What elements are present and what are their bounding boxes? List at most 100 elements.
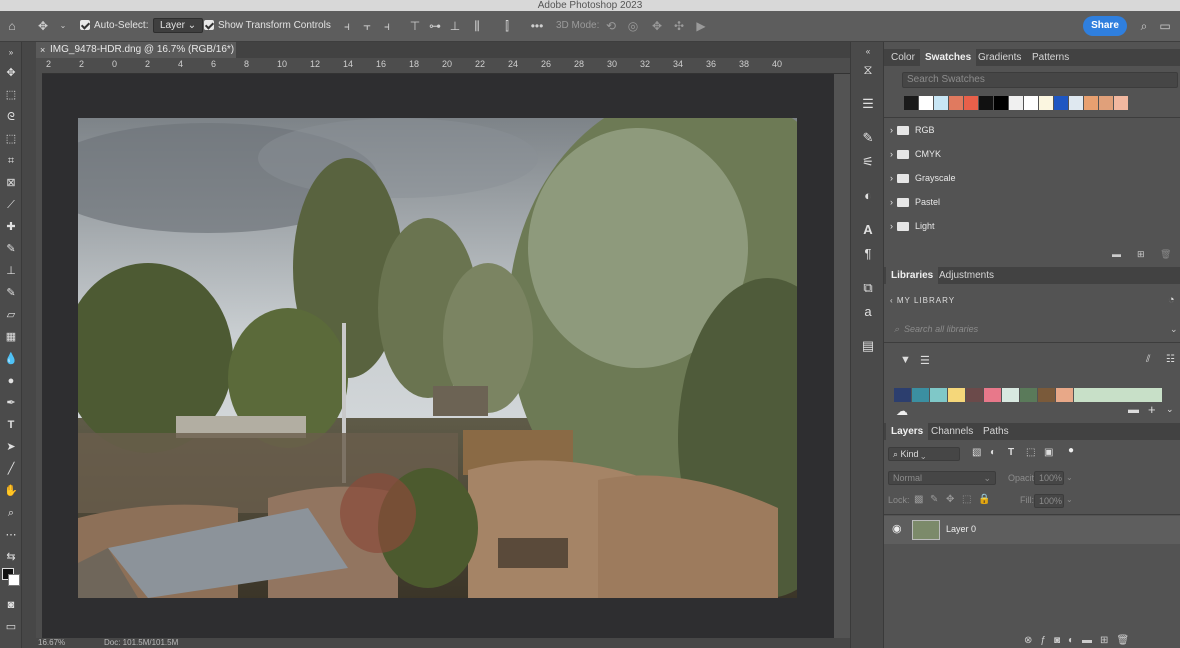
screen-mode-icon[interactable]: ▭ [3,620,19,634]
fill-input[interactable]: 100% [1034,494,1064,508]
filter-toggle-icon[interactable]: ● [1068,445,1074,456]
tab-color[interactable]: Color [886,49,920,66]
filter-adjustment-icon[interactable]: ◐ [990,447,996,458]
new-layer-icon[interactable]: ⊞ [1100,635,1116,646]
character-styles-icon[interactable]: a [860,304,876,320]
chevron-down-icon[interactable]: ⌄ [1066,495,1073,504]
3d-orbit-icon[interactable]: ⟲ [604,19,618,33]
swatches-search-input[interactable]: Search Swatches [902,72,1178,88]
layer-row[interactable]: ◉ Layer 0 [884,516,1180,544]
document-tab[interactable]: × IMG_9478-HDR.dng @ 16.7% (RGB/16*) [36,42,236,58]
show-transform-controls-checkbox[interactable]: Show Transform Controls [204,18,331,34]
library-color-swatch[interactable] [912,388,929,402]
tab-swatches[interactable]: Swatches [920,49,977,66]
add-mask-icon[interactable]: ◙ [1054,635,1068,646]
library-color-swatch[interactable] [894,388,911,402]
path-selection-tool-icon[interactable]: ➤ [3,440,19,454]
align-middle-icon[interactable]: ⊶ [428,19,442,33]
gradient-tool-icon[interactable]: ▦ [3,330,19,344]
tab-adjustments[interactable]: Adjustments [934,267,999,284]
eye-icon[interactable]: ◉ [892,522,902,535]
tab-gradients[interactable]: Gradients [973,49,1026,66]
clone-stamp-tool-icon[interactable]: ⊥ [3,264,19,278]
tab-layers[interactable]: Layers [886,423,929,440]
background-color-swatch[interactable] [8,574,20,586]
type-tool-icon[interactable]: T [3,418,19,432]
distribute-spacing-icon[interactable]: ⫿ [500,19,514,33]
properties-icon[interactable]: ⚟ [860,154,876,170]
layer-name[interactable]: Layer 0 [946,524,976,534]
recent-swatch[interactable] [1054,96,1068,110]
lock-image-icon[interactable]: ✎ [930,494,938,505]
brush-settings-icon[interactable]: ✎ [860,130,876,146]
glyphs-icon[interactable]: ⧉ [860,280,876,296]
collapse-panels-icon[interactable]: « [860,44,876,60]
delete-layer-icon[interactable]: 🗑 [1116,635,1137,646]
recent-swatch[interactable] [994,96,1008,110]
delete-swatch-icon[interactable]: 🗑 [1160,249,1171,260]
hand-tool-icon[interactable]: ✋ [3,484,19,498]
close-icon[interactable]: × [40,42,45,58]
chevron-down-icon[interactable]: ⌄ [1170,324,1178,335]
library-color-swatch[interactable] [930,388,947,402]
filter-type-icon[interactable]: T [1008,447,1014,458]
eraser-tool-icon[interactable]: ▱ [3,308,19,322]
library-color-swatch[interactable] [984,388,1001,402]
adjustments-icon[interactable]: ☰ [860,96,876,112]
align-left-icon[interactable]: ⫞ [340,19,354,33]
object-select-tool-icon[interactable]: ⬚ [3,132,19,146]
chevron-down-icon[interactable]: ⌄ [1066,473,1073,482]
new-group-icon[interactable]: ▬ [1112,249,1121,259]
recent-swatch[interactable] [1009,96,1023,110]
auto-select-checkbox[interactable]: Auto-Select: [80,18,148,34]
recent-swatch[interactable] [934,96,948,110]
swap-colors-icon[interactable]: ⇆ [3,550,19,564]
line-tool-icon[interactable]: ╱ [3,462,19,476]
align-center-icon[interactable]: ⫟ [360,19,374,33]
fx-icon[interactable]: ƒ [1040,635,1054,646]
tab-paths[interactable]: Paths [978,423,1014,440]
align-right-icon[interactable]: ⫞ [380,19,394,33]
healing-brush-tool-icon[interactable]: ✚ [3,220,19,234]
info-icon[interactable]: ◐ [860,188,876,204]
distribute-icon[interactable]: ⫼ [470,19,484,33]
recent-swatch[interactable] [964,96,978,110]
new-group-icon[interactable]: ▬ [1082,635,1100,646]
dodge-tool-icon[interactable]: ● [3,374,19,388]
lock-transparent-icon[interactable]: ▩ [914,494,923,505]
3d-roll-icon[interactable]: ◎ [626,19,640,33]
character-icon[interactable]: A [860,222,876,238]
filter-smart-object-icon[interactable]: ▣ [1044,447,1053,458]
library-color-swatch[interactable] [1074,388,1162,402]
library-color-swatch[interactable] [966,388,983,402]
swatch-group-cmyk[interactable]: › CMYK [884,143,1180,165]
layer-dropdown[interactable]: Layer ⌄ [153,18,204,34]
3d-scale-icon[interactable]: ▶ [694,19,708,33]
tab-patterns[interactable]: Patterns [1027,49,1074,66]
link-layers-icon[interactable]: ⊗ [1024,635,1040,646]
chevron-right-icon[interactable]: › [890,221,893,231]
library-color-swatch[interactable] [1002,388,1019,402]
align-top-icon[interactable]: ⊤ [408,19,422,33]
recent-swatch[interactable] [1114,96,1128,110]
library-search-input[interactable]: ⌕ Search all libraries [894,324,978,335]
lock-all-icon[interactable]: 🔒 [978,494,990,505]
filter-icon[interactable]: ▼ [900,354,911,366]
align-bottom-icon[interactable]: ⊥ [448,19,462,33]
swatch-group-pastel[interactable]: › Pastel [884,191,1180,213]
swatch-group-rgb[interactable]: › RGB [884,119,1180,141]
lock-artboard-icon[interactable]: ⬚ [962,494,971,505]
new-adjustment-icon[interactable]: ◐ [1068,635,1082,646]
swatch-group-light[interactable]: › Light [884,215,1180,237]
more-options-icon[interactable]: ••• [530,19,544,33]
swatch-group-grayscale[interactable]: › Grayscale [884,167,1180,189]
recent-swatch[interactable] [1069,96,1083,110]
library-color-swatch[interactable] [1020,388,1037,402]
library-color-swatch[interactable] [948,388,965,402]
collapse-icon[interactable]: » [3,46,19,60]
lasso-tool-icon[interactable]: ᘓ [3,110,19,124]
recent-swatch[interactable] [1084,96,1098,110]
crop-tool-icon[interactable]: ⌗ [3,154,19,168]
chevron-right-icon[interactable]: › [890,173,893,183]
zoom-readout[interactable]: 16.67% [38,638,65,647]
